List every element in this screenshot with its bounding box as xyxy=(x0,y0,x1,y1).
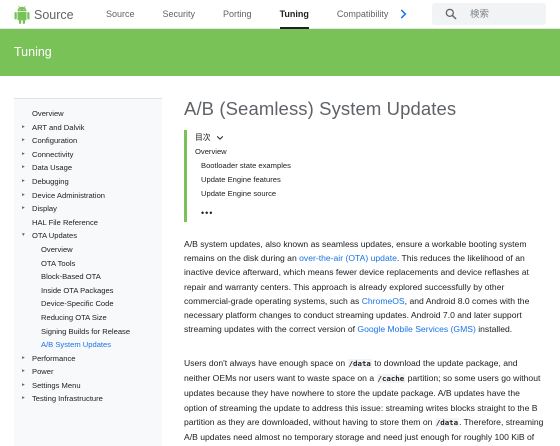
tab-porting[interactable]: Porting xyxy=(209,0,266,29)
sidebar-item-hal-file-reference[interactable]: HAL File Reference xyxy=(14,216,162,230)
sidebar-item-performance[interactable]: ▸ Performance xyxy=(14,352,162,366)
sidebar-item-label: HAL File Reference xyxy=(32,217,98,227)
sidebar-item-label: Performance xyxy=(32,353,76,363)
sidebar-item-ota-updates[interactable]: ▾ OTA Updates xyxy=(14,229,162,243)
caret-right-icon: ▸ xyxy=(22,123,25,130)
sidebar-item-label: ART and Dalvik xyxy=(32,122,85,132)
caret-right-icon: ▸ xyxy=(22,164,25,171)
sidebar-item-ota-tools[interactable]: OTA Tools xyxy=(14,257,162,271)
search-input[interactable] xyxy=(470,8,540,20)
code-data: /data xyxy=(347,359,372,368)
caret-right-icon: ▸ xyxy=(22,395,25,402)
caret-right-icon: ▸ xyxy=(22,205,25,212)
link-ota-update[interactable]: over-the-air (OTA) update xyxy=(299,253,397,263)
section-banner: Tuning xyxy=(0,29,560,76)
sidebar-item-label: Configuration xyxy=(32,136,78,146)
code-cache: /cache xyxy=(376,374,406,384)
logo-text: Source xyxy=(34,8,74,22)
toc-item-overview[interactable]: Overview xyxy=(195,147,227,156)
main-content: A/B (Seamless) System Updates 目次 Overvie… xyxy=(184,98,554,442)
sidebar-item-label: Reducing OTA Size xyxy=(41,312,107,322)
sidebar-item-debugging[interactable]: ▸ Debugging xyxy=(14,175,162,189)
sidebar-item-label: Settings Menu xyxy=(32,380,81,390)
sidebar-item-inside-ota-packages[interactable]: Inside OTA Packages xyxy=(14,284,162,298)
table-of-contents: 目次 Overview Bootloader state examples Up… xyxy=(184,130,344,222)
sidebar-item-ota-overview[interactable]: Overview xyxy=(14,243,162,257)
caret-down-icon: ▾ xyxy=(22,232,25,239)
sidebar-item-configuration[interactable]: ▸ Configuration xyxy=(14,134,162,148)
search-icon[interactable] xyxy=(444,7,458,21)
chevron-right-icon[interactable] xyxy=(396,7,410,21)
sidebar-item-connectivity[interactable]: ▸ Connectivity xyxy=(14,148,162,162)
sidebar-item-label: Debugging xyxy=(32,176,69,186)
sidebar-item-device-specific-code[interactable]: Device-Specific Code xyxy=(14,297,162,311)
toc-toggle[interactable]: 目次 xyxy=(195,132,224,143)
sidebar-item-signing-builds[interactable]: Signing Builds for Release xyxy=(14,325,162,339)
sidebar-item-testing-infrastructure[interactable]: ▸ Testing Infrastructure xyxy=(14,392,162,406)
tab-source[interactable]: Source xyxy=(92,0,149,29)
sidebar-item-label: Device-Specific Code xyxy=(41,299,114,309)
top-bar: Source Source Security Porting Tuning Co… xyxy=(0,0,560,29)
sidebar-item-label: OTA Updates xyxy=(32,231,78,241)
sidebar-item-label: Overview xyxy=(41,244,73,254)
sidebar-item-device-administration[interactable]: ▸ Device Administration xyxy=(14,189,162,203)
link-gms[interactable]: Google Mobile Services (GMS) xyxy=(357,324,475,334)
caret-right-icon: ▸ xyxy=(22,354,25,361)
sidebar-item-label: Power xyxy=(32,367,54,377)
sidebar-item-label: Block-Based OTA xyxy=(41,272,101,282)
sidebar-item-label: Inside OTA Packages xyxy=(41,285,114,295)
toc-item-bootloader-state[interactable]: Bootloader state examples xyxy=(201,161,291,170)
sidebar-nav: Overview ▸ ART and Dalvik ▸ Configuration … xyxy=(14,98,162,446)
toc-heading: 目次 xyxy=(195,133,211,142)
sidebar-item-ab-system-updates[interactable]: A/B System Updates xyxy=(14,338,162,352)
sidebar-item-label: OTA Tools xyxy=(41,258,76,268)
sidebar-item-label: Device Administration xyxy=(32,190,106,200)
tab-security[interactable]: Security xyxy=(149,0,210,29)
caret-right-icon: ▸ xyxy=(22,368,25,375)
caret-right-icon: ▸ xyxy=(22,137,25,144)
android-icon xyxy=(14,6,30,24)
sidebar-item-art-and-dalvik[interactable]: ▸ ART and Dalvik xyxy=(14,121,162,135)
chevron-down-icon xyxy=(216,135,223,140)
sidebar-item-power[interactable]: ▸ Power xyxy=(14,365,162,379)
sidebar-item-block-based-ota[interactable]: Block-Based OTA xyxy=(14,270,162,284)
tab-tuning[interactable]: Tuning xyxy=(266,0,323,29)
site-logo[interactable]: Source xyxy=(13,6,74,24)
sidebar-item-label: Connectivity xyxy=(32,149,74,159)
caret-right-icon: ▸ xyxy=(22,150,25,157)
text: Users don't always have enough space on xyxy=(184,358,348,368)
sidebar-item-label: Data Usage xyxy=(32,163,73,173)
toc-item-update-engine-source[interactable]: Update Engine source xyxy=(201,189,276,198)
caret-right-icon: ▸ xyxy=(22,381,25,388)
sidebar-item-label: Signing Builds for Release xyxy=(41,326,131,336)
sidebar-item-label: Overview xyxy=(32,109,64,118)
caret-right-icon: ▸ xyxy=(22,191,25,198)
search-box[interactable] xyxy=(432,3,546,25)
sidebar-item-label: Display xyxy=(32,204,57,214)
tab-compatibility[interactable]: Compatibility xyxy=(323,0,403,29)
page-title: A/B (Seamless) System Updates xyxy=(184,98,457,119)
sidebar-item-overview[interactable]: Overview xyxy=(14,107,162,121)
paragraph-storage: Users don't always have enough space on … xyxy=(184,356,544,446)
sidebar-item-display[interactable]: ▸ Display xyxy=(14,202,162,216)
sidebar-item-label: A/B System Updates xyxy=(41,340,112,350)
sidebar-item-data-usage[interactable]: ▸ Data Usage xyxy=(14,161,162,175)
toc-item-update-engine-features[interactable]: Update Engine features xyxy=(201,175,281,184)
more-icon[interactable]: ••• xyxy=(201,208,213,218)
top-nav: Source Security Porting Tuning Compatibi… xyxy=(92,0,402,29)
sidebar-item-settings-menu[interactable]: ▸ Settings Menu xyxy=(14,379,162,393)
sidebar-item-label: Testing Infrastructure xyxy=(32,394,103,404)
code-data: /data xyxy=(434,417,460,427)
caret-right-icon: ▸ xyxy=(22,177,25,184)
sidebar-item-reducing-ota-size[interactable]: Reducing OTA Size xyxy=(14,311,162,325)
link-chromeos[interactable]: ChromeOS xyxy=(362,296,405,306)
text: installed. xyxy=(475,324,513,335)
paragraph-intro: A/B system updates, also known as seamle… xyxy=(184,237,544,336)
banner-title: Tuning xyxy=(14,45,52,59)
